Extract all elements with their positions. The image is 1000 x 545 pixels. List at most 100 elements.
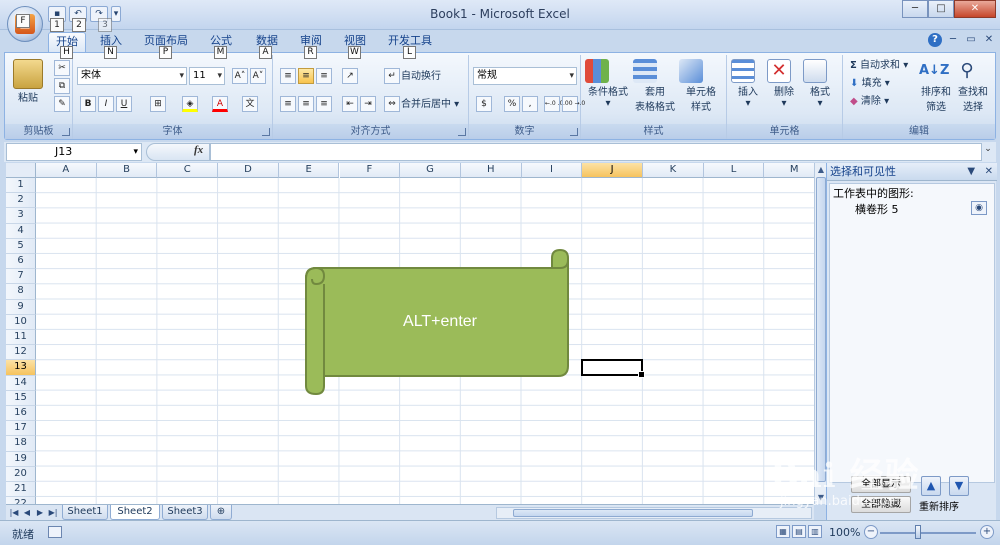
accounting-button[interactable]: $ <box>473 95 496 112</box>
autosum-button[interactable]: Σ 自动求和 ▾ <box>847 57 911 74</box>
formula-input[interactable] <box>210 143 982 161</box>
column-header-I[interactable]: I <box>521 163 583 178</box>
sort-filter-button[interactable]: A↓Z 排序和 筛选 <box>919 59 953 113</box>
increase-indent-button[interactable]: ⇥ <box>357 95 380 112</box>
phonetic-button[interactable]: 文 <box>239 95 262 112</box>
copy-button[interactable]: ⧉ <box>51 77 74 94</box>
insert-function-icon[interactable]: fx <box>194 144 203 156</box>
merge-center-button[interactable]: ⇔ 合并后居中 ▾ <box>381 95 462 112</box>
workbook-minimize-icon[interactable]: ─ <box>946 33 960 47</box>
format-cells-button[interactable]: 格式 ▾ <box>803 59 837 109</box>
cell-styles-button[interactable]: 单元格 样式 <box>679 59 723 113</box>
row-header-19[interactable]: 19 <box>6 451 36 467</box>
pane-close-icon[interactable]: ✕ <box>985 166 993 177</box>
normal-view-icon[interactable]: ▦ <box>776 525 790 538</box>
clipboard-launcher-icon[interactable] <box>62 128 70 136</box>
comma-button[interactable]: , <box>519 95 542 112</box>
row-header-4[interactable]: 4 <box>6 223 36 239</box>
underline-button[interactable]: U <box>113 95 136 112</box>
delete-cells-button[interactable]: ✕ 删除 ▾ <box>767 59 801 109</box>
align-bottom-button[interactable]: ≡ <box>313 67 336 84</box>
font-size-select[interactable]: 11 <box>189 67 225 85</box>
row-header-18[interactable]: 18 <box>6 436 36 452</box>
row-header-14[interactable]: 14 <box>6 375 36 391</box>
cut-button[interactable]: ✂ <box>51 59 74 76</box>
row-header-12[interactable]: 12 <box>6 345 36 361</box>
insert-cells-button[interactable]: 插入 ▾ <box>731 59 765 109</box>
fill-button[interactable]: ⬇ 填充 ▾ <box>847 75 893 92</box>
zoom-slider[interactable] <box>880 532 976 534</box>
column-header-C[interactable]: C <box>157 163 219 178</box>
name-box[interactable]: J13 <box>6 143 142 161</box>
paste-button[interactable]: 粘贴 <box>13 59 43 104</box>
conditional-format-button[interactable]: 条件格式 ▾ <box>585 59 631 109</box>
row-header-8[interactable]: 8 <box>6 284 36 300</box>
zoom-slider-thumb[interactable] <box>915 525 921 539</box>
first-sheet-icon[interactable]: |◀ <box>8 506 20 519</box>
visibility-eye-icon[interactable]: ◉ <box>971 201 987 215</box>
column-header-M[interactable]: M <box>764 163 814 178</box>
vertical-scroll-thumb[interactable] <box>816 177 826 482</box>
row-header-21[interactable]: 21 <box>6 482 36 498</box>
decrease-decimal-button[interactable]: .00 →.0 <box>559 95 585 112</box>
page-layout-view-icon[interactable]: ▤ <box>792 525 806 538</box>
number-format-select[interactable]: 常规 <box>473 67 577 85</box>
number-launcher-icon[interactable] <box>570 128 578 136</box>
row-header-3[interactable]: 3 <box>6 208 36 224</box>
workbook-close-icon[interactable]: ✕ <box>982 33 996 47</box>
row-header-5[interactable]: 5 <box>6 238 36 254</box>
font-shrink-button[interactable]: A˅ <box>247 67 270 84</box>
sheet-tab-3[interactable]: Sheet3 <box>162 505 208 520</box>
shape-list-item[interactable]: 横卷形 5 ◉ <box>837 201 987 216</box>
select-all-corner[interactable] <box>6 163 36 178</box>
maximize-button[interactable]: □ <box>928 0 954 18</box>
row-header-7[interactable]: 7 <box>6 269 36 285</box>
alignment-launcher-icon[interactable] <box>458 128 466 136</box>
column-header-F[interactable]: F <box>339 163 401 178</box>
row-header-1[interactable]: 1 <box>6 178 36 194</box>
format-painter-button[interactable]: ✎ <box>51 95 74 112</box>
zoom-in-icon[interactable]: + <box>980 525 994 539</box>
column-header-J[interactable]: J <box>582 163 643 178</box>
last-sheet-icon[interactable]: ▶| <box>47 506 59 519</box>
clear-button[interactable]: ◆ 清除 ▾ <box>847 93 892 110</box>
align-right-button[interactable]: ≡ <box>313 95 336 112</box>
format-as-table-button[interactable]: 套用 表格格式 <box>633 59 677 113</box>
row-header-20[interactable]: 20 <box>6 466 36 482</box>
column-header-H[interactable]: H <box>460 163 522 178</box>
page-break-view-icon[interactable]: ▥ <box>808 525 822 538</box>
row-header-6[interactable]: 6 <box>6 254 36 270</box>
fill-color-button[interactable]: ◈ <box>179 95 202 112</box>
workbook-restore-icon[interactable]: ▭ <box>964 33 978 47</box>
zoom-out-icon[interactable]: − <box>864 525 878 539</box>
font-color-button[interactable]: A <box>209 95 232 112</box>
row-header-2[interactable]: 2 <box>6 193 36 209</box>
font-name-select[interactable]: 宋体 <box>77 67 187 85</box>
next-sheet-icon[interactable]: ▶ <box>34 506 46 519</box>
row-header-13[interactable]: 13 <box>6 360 36 376</box>
row-header-22[interactable]: 22 <box>6 497 36 504</box>
sheet-tab-2[interactable]: Sheet2 <box>110 505 160 520</box>
move-up-icon[interactable]: ▲ <box>921 476 941 496</box>
zoom-level[interactable]: 100% <box>829 526 860 539</box>
row-header-10[interactable]: 10 <box>6 314 36 330</box>
row-header-11[interactable]: 11 <box>6 330 36 346</box>
prev-sheet-icon[interactable]: ◀ <box>21 506 33 519</box>
close-button[interactable]: ✕ <box>954 0 996 18</box>
column-header-G[interactable]: G <box>400 163 461 178</box>
pane-options-icon[interactable]: ▼ <box>967 166 975 177</box>
row-header-15[interactable]: 15 <box>6 390 36 406</box>
horizontal-scroll-thumb[interactable] <box>513 509 753 517</box>
row-header-16[interactable]: 16 <box>6 406 36 422</box>
orientation-button[interactable]: ↗ <box>339 67 362 84</box>
font-launcher-icon[interactable] <box>262 128 270 136</box>
insert-sheet-icon[interactable]: ⊕ <box>210 505 232 520</box>
column-header-D[interactable]: D <box>218 163 279 178</box>
wrap-text-button[interactable]: ↵ 自动换行 <box>381 67 444 84</box>
row-header-9[interactable]: 9 <box>6 299 36 315</box>
selected-cell-J13[interactable] <box>581 359 645 378</box>
macro-record-icon[interactable] <box>48 526 62 538</box>
row-header-17[interactable]: 17 <box>6 421 36 437</box>
move-down-icon[interactable]: ▼ <box>949 476 969 496</box>
column-header-L[interactable]: L <box>703 163 765 178</box>
